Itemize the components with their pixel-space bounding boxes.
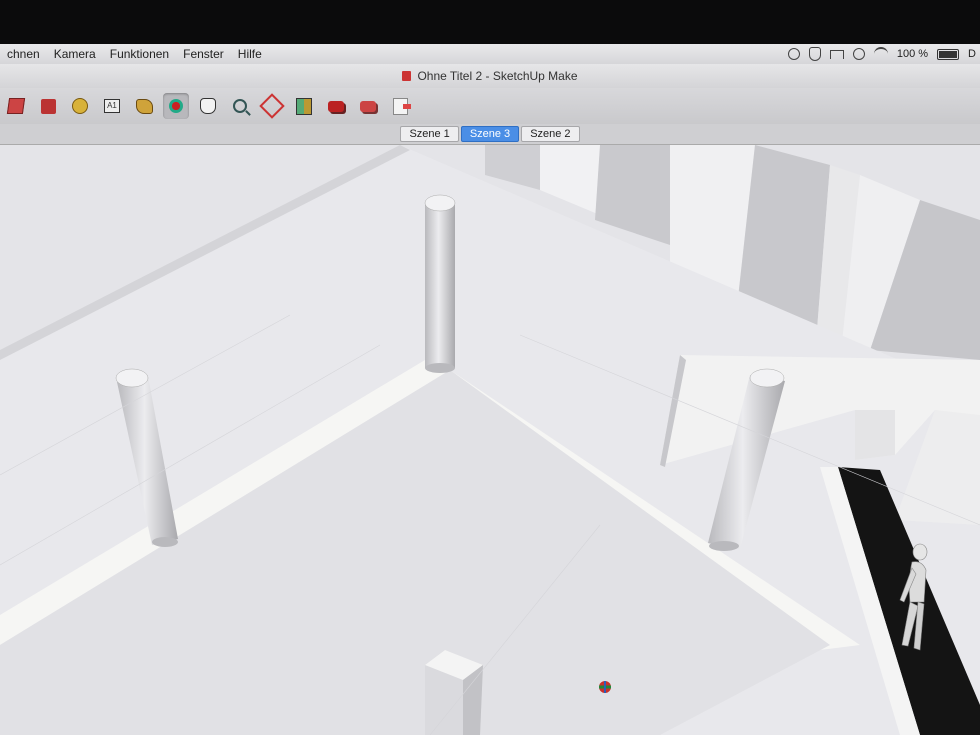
select-icon	[6, 98, 26, 114]
zoom-extents-icon	[259, 93, 285, 119]
orbit-button[interactable]	[163, 93, 189, 119]
pan-hand-icon	[200, 98, 216, 114]
creative-cloud-icon[interactable]	[787, 48, 800, 60]
paint-bucket-button[interactable]	[131, 93, 157, 119]
document-icon	[402, 71, 412, 81]
window-title: Ohne Titel 2 - SketchUp Make	[417, 69, 578, 83]
share-model-icon	[360, 100, 376, 112]
paint-bucket-icon	[135, 98, 153, 114]
axis-origin-icon	[599, 681, 611, 693]
menubar-extra[interactable]: D	[968, 48, 976, 60]
export-button[interactable]	[387, 93, 413, 119]
3d-viewport[interactable]	[0, 145, 980, 735]
menu-item-fenster[interactable]: Fenster	[176, 47, 231, 61]
menu-bar: chnen Kamera Funktionen Fenster Hilfe 10…	[0, 44, 980, 64]
3d-warehouse-icon	[328, 100, 344, 112]
person-figure-icon	[899, 543, 928, 651]
text-tool-icon: A1	[104, 99, 120, 113]
text-tool-button[interactable]: A1	[99, 93, 125, 119]
battery-icon[interactable]	[937, 48, 960, 60]
menu-item-funktionen[interactable]: Funktionen	[103, 47, 176, 61]
status-area: 100 % D	[787, 44, 980, 64]
tape-measure-icon	[72, 98, 88, 114]
export-icon	[392, 97, 411, 115]
scene-tabs: Szene 1 Szene 3 Szene 2	[0, 124, 980, 145]
make-component-icon	[40, 98, 56, 114]
make-component-button[interactable]	[35, 93, 61, 119]
toolbar: A1	[0, 88, 980, 125]
column-center	[424, 194, 456, 373]
tape-measure-button[interactable]	[67, 93, 93, 119]
battery-percent: 100 %	[896, 48, 929, 60]
share-model-button[interactable]	[355, 93, 381, 119]
wifi-icon[interactable]	[873, 47, 888, 61]
3d-warehouse-button[interactable]	[323, 93, 349, 119]
select-tool-button[interactable]	[3, 93, 29, 119]
menu-item-hilfe[interactable]: Hilfe	[231, 47, 269, 61]
scene-tab-3[interactable]: Szene 3	[460, 126, 520, 142]
pan-button[interactable]	[195, 93, 221, 119]
zoom-extents-button[interactable]	[259, 93, 285, 119]
scene-tab-2[interactable]: Szene 2	[521, 126, 580, 142]
menu-item-kamera[interactable]: Kamera	[47, 47, 103, 61]
window-title-bar: Ohne Titel 2 - SketchUp Make	[0, 64, 980, 88]
menu-item-zeichnen[interactable]: chnen	[0, 47, 47, 61]
screen: chnen Kamera Funktionen Fenster Hilfe 10…	[0, 44, 980, 735]
airplay-icon[interactable]	[829, 49, 844, 59]
scene-tab-1[interactable]: Szene 1	[400, 126, 459, 142]
shield-icon[interactable]	[808, 47, 821, 61]
orbit-icon	[169, 99, 183, 113]
add-location-button[interactable]	[291, 93, 317, 119]
zoom-icon	[233, 99, 247, 113]
scene-render	[0, 145, 980, 735]
zoom-button[interactable]	[227, 93, 253, 119]
time-machine-icon[interactable]	[852, 48, 865, 60]
add-location-icon	[296, 97, 312, 115]
